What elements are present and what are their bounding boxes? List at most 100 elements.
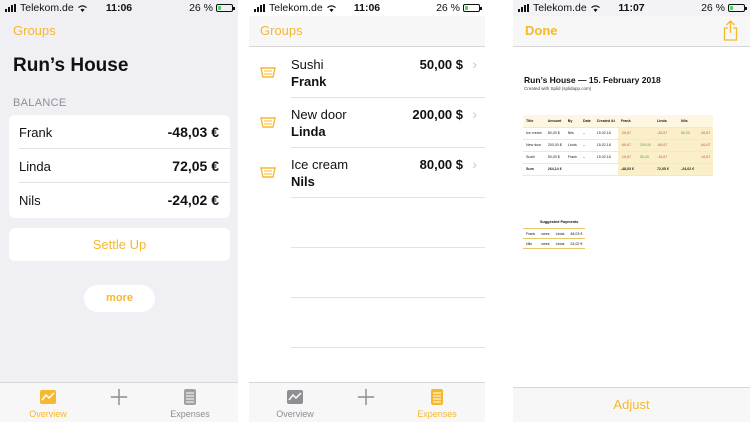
tab-expenses[interactable]: Expenses [402,387,472,419]
suggested-payments-title: Suggested Payments [540,220,579,224]
done-button[interactable]: Done [525,23,558,38]
table-cell [579,162,594,176]
battery-icon [216,4,235,12]
battery-label: 26 % [701,2,725,14]
balance-name: Nils [19,193,41,208]
table-cell: 264,14 € [544,162,565,176]
balance-value: -24,02 € [167,192,219,208]
col-header: Frank [617,115,637,128]
suggested-payments-table: Frank owes Linda 48,03 € Nils owes Linda… [523,228,586,249]
table-cell: -66,67 [617,139,637,152]
payer-name: Nils [523,238,539,249]
table-cell: New door [523,139,545,152]
payment-amount: 24,02 € [567,238,586,249]
table-cell: -66,67 [654,139,672,152]
col-header [637,115,654,128]
tab-expenses[interactable]: Expenses [155,387,225,419]
balance-section-header: BALANCE [13,97,67,109]
row-divider [291,247,485,248]
chevron-right-icon: › [472,106,477,122]
chevron-right-icon: › [472,56,477,72]
more-button[interactable]: more [84,285,155,312]
expense-row[interactable]: Sushi Frank 50,00 $ › [249,48,485,98]
col-header: Created At [593,115,618,128]
expense-amount: 50,00 $ [419,57,463,72]
table-cell: -26,67 [617,127,637,140]
payment-verb: owes [538,238,553,249]
tab-label: Overview [276,409,314,419]
report-subtitle: Created with Splid (splidapp.com) [524,86,592,91]
col-header: Nils [678,115,698,128]
payee-name: Linda [552,228,568,239]
group-title: Run’s House [13,55,129,76]
tab-add[interactable] [84,387,154,409]
table-row: New door 200,00 $ Linda – 15.02.18 -66,6… [523,139,714,152]
table-cell: – [579,127,594,140]
col-header: By [564,115,580,128]
basket-icon [260,67,276,78]
battery-icon [728,4,747,12]
report-table: Title Amount By Date Created At Frank Li… [523,115,714,176]
nav-bar: Done [513,16,750,47]
table-cell: -24,02 € [678,162,698,176]
expense-title: Sushi [291,57,324,72]
table-cell: 80,00 [678,127,698,140]
chevron-right-icon: › [472,156,477,172]
expenses-icon [184,389,196,405]
expense-payer: Frank [291,74,327,89]
table-cell: – [579,151,594,164]
row-divider [291,347,485,348]
table-row: Sushi 50,00 $ Frank – 15.02.18 -16,67 50… [523,151,714,164]
report-header-row: Title Amount By Date Created At Frank Li… [523,115,714,128]
expense-row[interactable]: New door Linda 200,00 $ › [249,98,485,148]
table-cell: -26,67 [697,127,714,140]
table-cell: -26,67 [654,127,672,140]
table-cell: 15.02.18 [593,127,618,140]
status-bar: Telekom.de 11:06 26 % [249,0,485,16]
table-cell: Nils [564,127,580,140]
tab-label: Expenses [170,409,210,419]
tab-label: Overview [29,409,67,419]
sum-row: Sum 264,14 € -48,03 € 72,05 € -24,02 € [523,162,714,176]
expense-title: Ice cream [291,157,349,172]
col-header: Date [579,115,594,128]
tab-add[interactable] [331,387,401,409]
battery-icon [463,4,482,12]
payment-amount: 48,03 € [567,228,586,239]
expense-payer: Linda [291,124,326,139]
table-cell: 15.02.18 [593,139,618,152]
table-cell: -48,03 € [617,162,637,176]
table-cell: Linda [564,139,580,152]
expense-title: New door [291,107,347,122]
table-cell [564,162,580,176]
balance-row[interactable]: Frank -48,03 € [9,115,230,149]
balance-row[interactable]: Linda 72,05 € [9,149,230,183]
payer-name: Frank [523,228,539,239]
payment-verb: owes [538,228,553,239]
nav-bar: Groups [249,16,485,47]
adjust-button[interactable]: Adjust [513,387,750,422]
expenses-icon [431,389,443,405]
table-cell: -16,67 [654,151,672,164]
table-cell: Sum [523,162,545,176]
expense-amount: 200,00 $ [412,107,463,122]
groups-back-link[interactable]: Groups [260,23,303,38]
expense-row[interactable]: Ice cream Nils 80,00 $ › [249,148,485,198]
expense-amount: 80,00 $ [419,157,463,172]
table-cell: 50,00 [637,151,654,164]
settle-up-button[interactable]: Settle Up [9,228,230,261]
balance-row[interactable]: Nils -24,02 € [9,183,230,217]
expense-payer: Nils [291,174,315,189]
tab-overview[interactable]: Overview [260,387,330,419]
battery-label: 26 % [189,2,213,14]
table-cell: 200,00 $ [544,139,565,152]
table-row: Ice cream 80,00 $ Nils – 15.02.18 -26,67… [523,127,714,140]
table-cell [593,162,618,176]
groups-back-link[interactable]: Groups [13,23,56,38]
payee-name: Linda [552,238,568,249]
col-header: Amount [544,115,565,128]
table-cell: Sushi [523,151,545,164]
share-icon[interactable] [723,20,738,41]
table-cell: -16,67 [617,151,637,164]
tab-overview[interactable]: Overview [13,387,83,419]
